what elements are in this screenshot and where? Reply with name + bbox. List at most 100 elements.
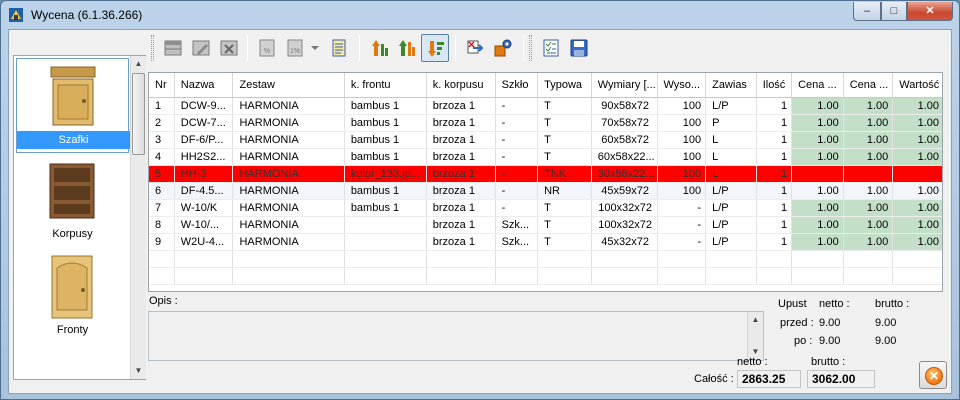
column-header[interactable]: Zawias xyxy=(705,73,757,98)
table-cell[interactable]: Szk... xyxy=(495,233,539,251)
items-table[interactable]: Nr Nazwa Zestaw k. frontu k. korpusu Szk… xyxy=(148,72,943,292)
title-bar[interactable]: Wycena (6.1.36.266) – □ ✕ xyxy=(1,1,959,29)
table-cell[interactable]: HARMONIA xyxy=(232,114,345,132)
table-cell[interactable]: bambus 1 xyxy=(344,131,427,149)
delete-row-button[interactable] xyxy=(215,34,243,62)
table-cell[interactable]: TNK xyxy=(537,165,592,183)
table-cell[interactable]: 100 xyxy=(657,131,707,149)
table-cell[interactable]: 100 xyxy=(657,114,707,132)
table-cell[interactable]: Szk... xyxy=(495,216,539,234)
table-cell[interactable]: HARMONIA xyxy=(232,233,345,251)
table-cell[interactable]: - xyxy=(495,182,539,200)
category-scrollbar[interactable]: ▲ ▼ xyxy=(130,56,146,379)
table-cell[interactable] xyxy=(791,165,844,183)
category-fronty[interactable]: Fronty xyxy=(16,250,129,345)
column-header[interactable]: Wartość xyxy=(892,73,942,98)
category-szafki[interactable]: Szafki xyxy=(16,58,130,153)
scroll-down-icon[interactable]: ▼ xyxy=(131,363,146,379)
table-cell[interactable]: kolor_133.jp... xyxy=(344,165,427,183)
table-cell[interactable]: DF-4.5... xyxy=(174,182,234,200)
table-cell[interactable]: brzoza 1 xyxy=(426,148,496,166)
table-cell[interactable]: 1.00 xyxy=(791,233,844,251)
table-cell[interactable]: - xyxy=(657,216,707,234)
table-cell[interactable]: - xyxy=(495,148,539,166)
column-header[interactable]: Typowa xyxy=(537,73,592,98)
table-cell[interactable]: 1.00 xyxy=(791,97,844,115)
table-cell[interactable]: 1.00 xyxy=(791,131,844,149)
table-cell[interactable]: 1.00 xyxy=(843,216,894,234)
table-cell[interactable]: HH2S2... xyxy=(174,148,234,166)
table-cell[interactable]: DCW-7... xyxy=(174,114,234,132)
scroll-thumb[interactable] xyxy=(132,73,145,155)
table-cell[interactable]: 1.00 xyxy=(892,148,942,166)
table-cell[interactable]: L/P xyxy=(705,199,757,217)
table-cell[interactable]: W-10/K xyxy=(174,199,234,217)
save-button[interactable] xyxy=(565,34,593,62)
table-cell[interactable]: HARMONIA xyxy=(232,148,345,166)
table-cell[interactable]: T xyxy=(537,233,592,251)
table-cell[interactable]: 60x58x22... xyxy=(591,148,658,166)
table-cell[interactable]: 8 xyxy=(149,216,175,234)
table-cell[interactable]: 5 xyxy=(149,165,175,183)
table-cell[interactable]: 1.00 xyxy=(843,233,894,251)
table-cell[interactable]: HARMONIA xyxy=(232,97,345,115)
table-cell[interactable]: L xyxy=(705,165,757,183)
table-cell[interactable]: HARMONIA xyxy=(232,216,345,234)
table-cell[interactable]: - xyxy=(495,199,539,217)
table-cell[interactable]: T xyxy=(537,216,592,234)
table-cell[interactable] xyxy=(344,216,427,234)
table-cell[interactable]: 45x32x72 xyxy=(591,233,658,251)
table-cell[interactable]: brzoza 1 xyxy=(426,165,496,183)
column-header[interactable]: Nr xyxy=(149,73,175,98)
scroll-up-icon[interactable]: ▲ xyxy=(131,56,146,72)
table-cell[interactable]: 1.00 xyxy=(791,114,844,132)
category-korpusy[interactable]: Korpusy xyxy=(16,154,129,249)
column-header[interactable]: k. korpusu xyxy=(426,73,496,98)
table-cell[interactable]: 1.00 xyxy=(892,182,942,200)
table-cell[interactable]: - xyxy=(495,97,539,115)
table-cell[interactable]: 1.00 xyxy=(843,199,894,217)
sort-up-button[interactable] xyxy=(365,34,393,62)
table-cell[interactable]: 100x32x72 xyxy=(591,199,658,217)
table-cell[interactable]: 1 xyxy=(756,182,793,200)
table-cell[interactable]: bambus 1 xyxy=(344,182,427,200)
table-cell[interactable]: HARMONIA xyxy=(232,182,345,200)
column-header[interactable]: Wyso... xyxy=(657,73,707,98)
table-cell[interactable]: 9 xyxy=(149,233,175,251)
table-cell[interactable] xyxy=(892,165,942,183)
table-row[interactable]: 1 DCW-9... HARMONIA bambus 1 brzoza 1- T 90x58… xyxy=(149,97,942,115)
percent-discount-button[interactable]: 1% xyxy=(281,34,309,62)
table-cell[interactable]: 60x58x72 xyxy=(591,131,658,149)
table-cell[interactable]: 100 xyxy=(657,97,707,115)
table-cell[interactable]: 4 xyxy=(149,148,175,166)
table-row[interactable]: 2 DCW-7... HARMONIA bambus 1 brzoza 1- T 70x58… xyxy=(149,114,942,132)
table-cell[interactable]: 7 xyxy=(149,199,175,217)
table-row[interactable]: 8 W-10/... HARMONIA brzoza 1 Szk... T 100x32x7… xyxy=(149,216,942,234)
table-cell[interactable]: 100 xyxy=(657,148,707,166)
table-cell[interactable]: 1.00 xyxy=(892,216,942,234)
table-cell[interactable]: 1.00 xyxy=(791,199,844,217)
table-cell[interactable]: 1 xyxy=(756,199,793,217)
minimize-button[interactable]: – xyxy=(853,2,881,21)
table-cell[interactable]: 1 xyxy=(756,114,793,132)
table-cell[interactable]: brzoza 1 xyxy=(426,216,496,234)
table-cell[interactable]: W-10/... xyxy=(174,216,234,234)
percent-dropdown-button[interactable] xyxy=(309,34,321,62)
table-cell[interactable]: brzoza 1 xyxy=(426,97,496,115)
table-row[interactable]: 4 HH2S2... HARMONIA bambus 1 brzoza 1- T 60x58… xyxy=(149,148,942,166)
column-header[interactable]: Ilość xyxy=(756,73,793,98)
edit-row-button[interactable] xyxy=(187,34,215,62)
table-cell[interactable]: L xyxy=(705,131,757,149)
table-cell[interactable]: - xyxy=(495,165,539,183)
table-cell[interactable]: 1 xyxy=(756,131,793,149)
table-cell[interactable]: 1 xyxy=(756,233,793,251)
table-cell[interactable]: T xyxy=(537,148,592,166)
table-cell[interactable]: bambus 1 xyxy=(344,199,427,217)
table-cell[interactable]: HARMONIA xyxy=(232,165,345,183)
table-cell[interactable]: 1.00 xyxy=(843,182,894,200)
table-cell[interactable]: T xyxy=(537,199,592,217)
toolbar-grip[interactable] xyxy=(151,35,154,61)
table-cell[interactable]: 1.00 xyxy=(892,97,942,115)
close-dialog-button[interactable]: ✕ xyxy=(919,361,947,389)
table-cell[interactable]: HARMONIA xyxy=(232,131,345,149)
